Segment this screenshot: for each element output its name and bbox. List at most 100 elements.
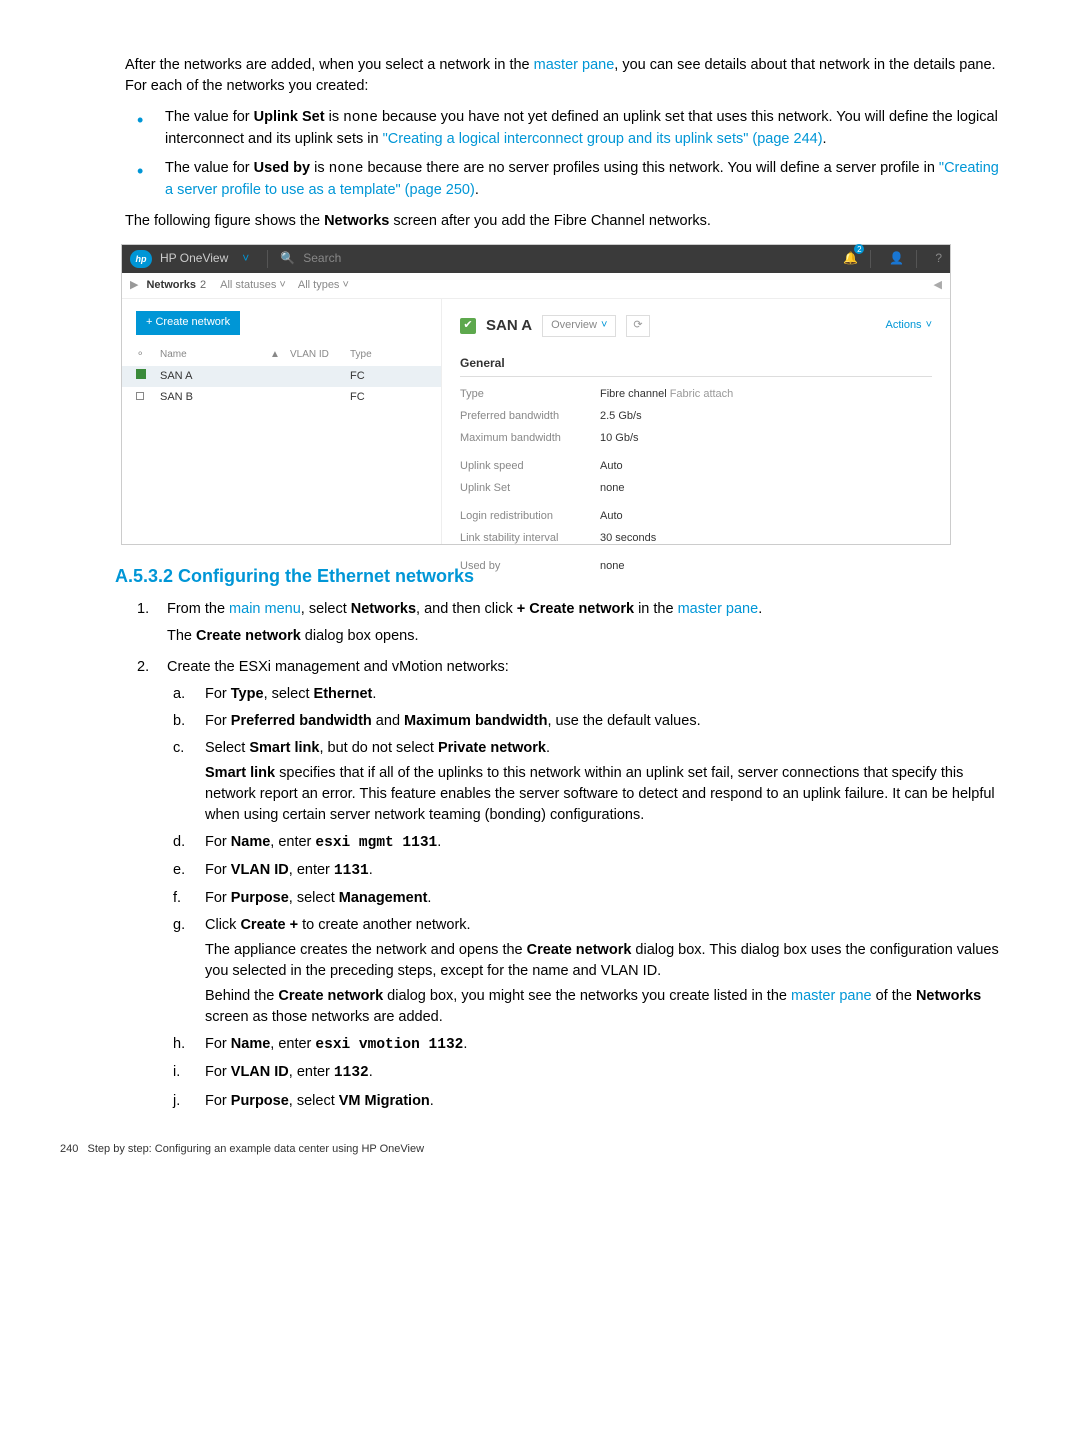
text: screen after you add the Fibre Channel n… — [389, 213, 711, 229]
label-used-by: Used by — [460, 559, 600, 575]
letter: j. — [173, 1091, 180, 1112]
text: The appliance creates the network and op… — [205, 942, 527, 958]
step-1-sub: The Create network dialog box opens. — [167, 626, 1010, 647]
help-icon[interactable]: ? — [935, 250, 942, 267]
filter-types[interactable]: All types ˅ — [298, 278, 349, 294]
text: For — [205, 834, 231, 850]
table-row[interactable]: SAN B FC — [122, 387, 441, 409]
col-name[interactable]: Name — [160, 348, 270, 363]
text-bold: Preferred bandwidth — [231, 713, 372, 729]
text-bold: Networks — [916, 988, 981, 1004]
search-placeholder[interactable]: Search — [303, 250, 341, 267]
text: After the networks are added, when you s… — [125, 57, 534, 73]
product-title: HP OneView — [160, 250, 228, 267]
user-icon[interactable]: 👤 — [889, 250, 904, 267]
hp-logo-icon: hp — [130, 250, 152, 268]
text: , select — [289, 1093, 339, 1109]
text: For — [205, 1064, 231, 1080]
footer-text: Step by step: Configuring an example dat… — [88, 1143, 425, 1155]
row-type: FC — [350, 369, 400, 385]
create-network-button[interactable]: + Create network — [136, 311, 240, 335]
row-type: FC — [350, 390, 400, 406]
value-link-stability: 30 seconds — [600, 531, 932, 547]
sync-icon[interactable]: ⟳ — [626, 315, 649, 337]
intro-p1: After the networks are added, when you s… — [125, 55, 1010, 97]
value-pref-bw: 2.5 Gb/s — [600, 409, 932, 425]
step-2g: g.Click Create + to create another netwo… — [167, 915, 1010, 1028]
text: is — [310, 160, 329, 176]
step-2j: j.For Purpose, select VM Migration. — [167, 1091, 1010, 1112]
text: , and then click — [416, 601, 517, 617]
value-type: Fibre channel Fabric attach — [600, 387, 932, 403]
step-1: 1. From the main menu, select Networks, … — [125, 599, 1010, 647]
text: . — [430, 1093, 434, 1109]
col-vlanid[interactable]: VLAN ID — [290, 348, 350, 363]
search-icon[interactable]: 🔍 — [280, 250, 295, 267]
step-2d: d.For Name, enter esxi mgmt 1131. — [167, 832, 1010, 854]
text-bold: Management — [339, 890, 428, 906]
status-check-icon: ✔ — [460, 318, 476, 334]
text: specifies that if all of the uplinks to … — [205, 765, 995, 823]
chevron-down-icon: ˅ — [926, 318, 932, 334]
letter: c. — [173, 738, 184, 759]
main-menu-link[interactable]: main menu — [229, 601, 301, 617]
master-pane-link[interactable]: master pane — [791, 988, 872, 1004]
text: dialog box, you might see the networks y… — [383, 988, 791, 1004]
divider — [267, 250, 268, 268]
step-2e: e.For VLAN ID, enter 1131. — [167, 860, 1010, 882]
step-2g-sub2: Behind the Create network dialog box, yo… — [205, 986, 1010, 1028]
detail-title: SAN A — [486, 315, 532, 337]
text-mono: none — [343, 110, 378, 126]
text: . — [463, 1036, 467, 1052]
notifications-icon[interactable]: 🔔2 — [843, 250, 858, 267]
link-creating-lig[interactable]: "Creating a logical interconnect group a… — [383, 131, 823, 147]
text: , enter — [289, 862, 334, 878]
step-number: 2. — [137, 657, 149, 678]
filter-statuses[interactable]: All statuses ˅ — [220, 278, 286, 294]
label-uplink-speed: Uplink speed — [460, 459, 600, 475]
text: The following figure shows the — [125, 213, 324, 229]
view-selector[interactable]: Overview ˅ — [542, 315, 616, 337]
text: For — [205, 890, 231, 906]
text-bold: Name — [231, 1036, 271, 1052]
text: Behind the — [205, 988, 278, 1004]
letter: f. — [173, 888, 181, 909]
actions-menu[interactable]: Actions ˅ — [885, 318, 932, 334]
intro-bullets: The value for Uplink Set is none because… — [125, 107, 1010, 201]
label-link-stability: Link stability interval — [460, 531, 600, 547]
step-2h: h.For Name, enter esxi vmotion 1132. — [167, 1034, 1010, 1056]
breadcrumb-bar: ▶ Networks 2 All statuses ˅ All types ˅ … — [122, 273, 950, 299]
collapse-icon[interactable]: ◀ — [934, 278, 942, 294]
letter: d. — [173, 832, 185, 853]
row-name: SAN A — [160, 369, 270, 385]
sort-icon[interactable]: ▲ — [270, 348, 290, 363]
table-row[interactable]: SAN A FC — [122, 366, 441, 388]
chevron-down-icon: ˅ — [601, 318, 607, 334]
letter: g. — [173, 915, 185, 936]
value-uplink-speed: Auto — [600, 459, 932, 475]
expand-icon[interactable]: ▶ — [130, 278, 138, 294]
value-login-redist: Auto — [600, 509, 932, 525]
text-bold: Name — [231, 834, 271, 850]
step-number: 1. — [137, 599, 149, 620]
text: . — [369, 1064, 373, 1080]
text: From the — [167, 601, 229, 617]
letter: b. — [173, 711, 185, 732]
text: For — [205, 862, 231, 878]
text-bold: Smart link — [205, 765, 275, 781]
menu-caret-icon[interactable]: ˅ — [242, 250, 249, 267]
text: screen as those networks are added. — [205, 1009, 443, 1025]
master-pane-link[interactable]: master pane — [534, 57, 615, 73]
text: Click — [205, 917, 240, 933]
col-type[interactable]: Type — [350, 348, 400, 363]
value-used-by: none — [600, 559, 932, 575]
text-bold: VM Migration — [339, 1093, 430, 1109]
text-bold: Smart link — [249, 740, 319, 756]
status-icon — [136, 392, 144, 400]
master-pane-link[interactable]: master pane — [678, 601, 759, 617]
text-bold: VLAN ID — [231, 862, 289, 878]
step-2g-sub1: The appliance creates the network and op… — [205, 940, 1010, 982]
step-2c: c.Select Smart link, but do not select P… — [167, 738, 1010, 826]
label-type: Type — [460, 387, 600, 403]
text-bold: VLAN ID — [231, 1064, 289, 1080]
